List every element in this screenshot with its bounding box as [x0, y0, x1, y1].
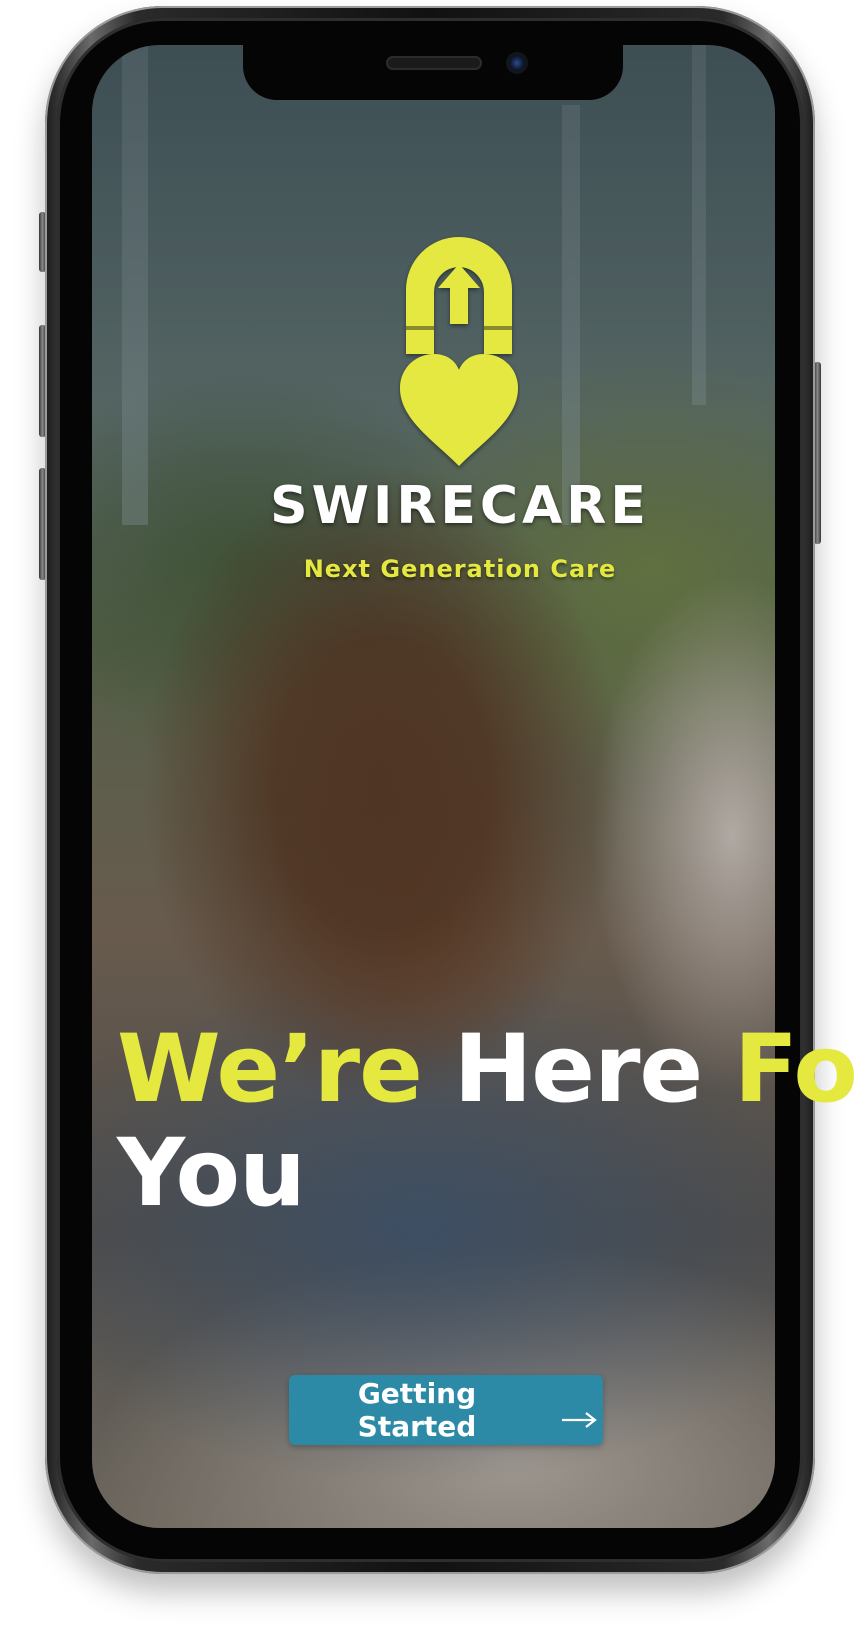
- hero-headline: We’re Here For You: [117, 1018, 860, 1226]
- phone-notch: [243, 44, 623, 100]
- headline-word: Here: [453, 1015, 704, 1124]
- headline-word: You: [117, 1119, 306, 1228]
- getting-started-label: Getting Started: [357, 1377, 477, 1443]
- headline-word: For: [733, 1015, 860, 1124]
- mockup-stage: SWIRECARE Next Generation Care We’re Her…: [0, 0, 860, 1628]
- getting-started-button[interactable]: Getting Started: [289, 1375, 603, 1445]
- brand-tagline: Next Generation Care: [303, 555, 617, 583]
- power-button: [814, 362, 821, 544]
- headline-word: We’re: [117, 1015, 423, 1124]
- front-camera: [506, 52, 528, 74]
- footprint-arrow-heart-icon: [398, 228, 520, 472]
- earpiece-speaker: [386, 56, 482, 70]
- arrow-right-icon: [561, 1402, 597, 1428]
- brand-name: SWIRECARE: [270, 476, 650, 536]
